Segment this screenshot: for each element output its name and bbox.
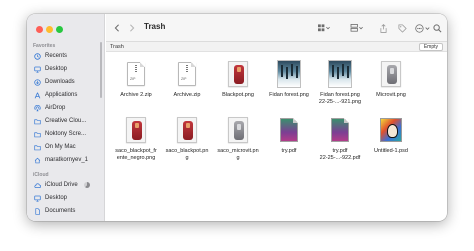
- desktop-icon: [34, 195, 41, 202]
- chevron-left-icon[interactable]: [112, 23, 122, 33]
- file-item-saco-microvit[interactable]: saco_microvit.pn g: [212, 114, 264, 161]
- image-thumbnail: [175, 114, 199, 146]
- clock-icon: [34, 52, 41, 60]
- toolbar: Trash: [106, 14, 447, 42]
- sidebar-section-favorites: Favorites: [33, 43, 56, 49]
- minimize-window-button[interactable]: [46, 26, 53, 33]
- share-icon[interactable]: [378, 23, 388, 33]
- image-thumbnail: [328, 58, 352, 90]
- file-item-try-pdf-copy[interactable]: try.pdf 22-25-...-922.pdf: [314, 114, 366, 161]
- file-item-untitled-psd[interactable]: Untitled-1.psd: [365, 114, 417, 155]
- file-name: Fidan forest.png 22-25-...-921.png: [318, 92, 362, 105]
- file-item-archive-2[interactable]: ZIP Archive 2.zip: [110, 58, 162, 99]
- trash-header-bar: Trash Empty: [106, 42, 447, 52]
- sidebar-item-label: Recents: [45, 53, 68, 59]
- pdf-file-icon: [277, 114, 301, 146]
- psd-file-icon: [379, 114, 403, 146]
- airdrop-icon: [34, 104, 41, 112]
- sidebar-item-icloud-drive[interactable]: iCloud Drive: [31, 180, 103, 190]
- sidebar-item-on-my-mac[interactable]: On My Mac: [31, 142, 103, 152]
- file-name: Fidan forest.png: [269, 92, 309, 98]
- chevron-right-icon[interactable]: [127, 23, 137, 33]
- sidebar-item-label: iCloud Drive: [45, 182, 78, 188]
- zoom-window-button[interactable]: [56, 26, 63, 33]
- file-item-microvit[interactable]: Microvit.png: [365, 58, 417, 99]
- file-name: saco_blackpot_fr ente_negro.png: [115, 148, 157, 161]
- sidebar-item-airdrop[interactable]: AirDrop: [31, 103, 103, 113]
- folder-icon: [34, 118, 41, 125]
- sidebar-item-label: Applications: [45, 92, 78, 98]
- sidebar: Favorites Recents Desktop Downloads Appl…: [27, 14, 105, 221]
- file-item-try-pdf[interactable]: try.pdf: [263, 114, 315, 155]
- sidebar-item-label: Creative Clou...: [45, 118, 87, 124]
- sidebar-item-applications[interactable]: Applications: [31, 90, 103, 100]
- main-pane: Trash Trash Empty ZIP Archive 2.zip ZIP …: [106, 14, 447, 221]
- sidebar-item-home[interactable]: maratkornyev_1: [31, 155, 103, 165]
- file-name: try.pdf 22-25-...-922.pdf: [319, 148, 361, 161]
- group-by-icon[interactable]: [349, 23, 365, 33]
- sync-progress-icon: [83, 182, 90, 188]
- file-name: Untitled-1.psd: [374, 148, 408, 154]
- document-icon: [34, 207, 41, 215]
- sidebar-item-desktop[interactable]: Desktop: [31, 64, 103, 74]
- file-item-fidan-forest-copy[interactable]: Fidan forest.png 22-25-...-921.png: [314, 58, 366, 105]
- tag-icon[interactable]: [397, 23, 407, 33]
- folder-icon: [34, 144, 41, 151]
- zip-file-icon: ZIP: [175, 58, 199, 90]
- file-item-fidan-forest[interactable]: Fidan forest.png: [263, 58, 315, 99]
- file-item-blackpot[interactable]: Blackpot.png: [212, 58, 264, 99]
- file-item-saco-blackpot-frente[interactable]: saco_blackpot_fr ente_negro.png: [110, 114, 162, 161]
- ellipsis-circle-icon[interactable]: [414, 23, 432, 33]
- file-item-saco-blackpot[interactable]: saco_blackpot.pn g: [161, 114, 213, 161]
- file-name: saco_microvit.pn g: [217, 148, 259, 161]
- folder-label: Trash: [110, 44, 124, 50]
- sidebar-item-downloads[interactable]: Downloads: [31, 77, 103, 87]
- image-thumbnail: [226, 114, 250, 146]
- folder-icon: [34, 131, 41, 138]
- sidebar-item-noktony[interactable]: Noktony Scre...: [31, 129, 103, 139]
- file-name: saco_blackpot.pn g: [165, 148, 209, 161]
- desktop-icon: [34, 66, 41, 73]
- pdf-file-icon: [328, 114, 352, 146]
- file-name: Archive 2.zip: [120, 92, 152, 98]
- file-name: Archive.zip: [173, 92, 201, 98]
- sidebar-item-label: AirDrop: [45, 105, 66, 111]
- image-thumbnail: [124, 114, 148, 146]
- sidebar-item-recents[interactable]: Recents: [31, 51, 103, 61]
- window-title: Trash: [144, 22, 166, 31]
- sidebar-item-creative-cloud[interactable]: Creative Clou...: [31, 116, 103, 126]
- home-icon: [34, 157, 41, 164]
- image-thumbnail: [226, 58, 250, 90]
- sidebar-item-label: maratkornyev_1: [45, 157, 89, 163]
- file-name: try.pdf: [281, 148, 297, 154]
- finder-window: Favorites Recents Desktop Downloads Appl…: [27, 14, 447, 221]
- sidebar-item-label: Documents: [45, 208, 76, 214]
- icon-grid-view-icon[interactable]: [316, 23, 332, 33]
- sidebar-section-icloud: iCloud: [33, 172, 49, 178]
- image-thumbnail: [379, 58, 403, 90]
- download-icon: [34, 78, 41, 86]
- image-thumbnail: [277, 58, 301, 90]
- search-icon[interactable]: [432, 23, 442, 33]
- sidebar-item-label: Desktop: [45, 195, 68, 201]
- sidebar-item-icloud-desktop[interactable]: Desktop: [31, 193, 103, 203]
- sidebar-item-label: Noktony Scre...: [45, 131, 87, 137]
- file-grid: ZIP Archive 2.zip ZIP Archive.zip Blackp…: [106, 52, 447, 221]
- close-window-button[interactable]: [36, 26, 43, 33]
- cloud-icon: [34, 182, 41, 189]
- zip-file-icon: ZIP: [124, 58, 148, 90]
- sidebar-item-label: Desktop: [45, 66, 68, 72]
- file-name: Blackpot.png: [222, 92, 254, 98]
- empty-trash-button[interactable]: Empty: [418, 43, 443, 51]
- sidebar-item-label: On My Mac: [45, 144, 76, 150]
- sidebar-item-label: Downloads: [45, 79, 75, 85]
- applications-icon: [34, 92, 41, 99]
- sidebar-item-documents[interactable]: Documents: [31, 206, 103, 216]
- file-name: Microvit.png: [376, 92, 406, 98]
- file-item-archive[interactable]: ZIP Archive.zip: [161, 58, 213, 99]
